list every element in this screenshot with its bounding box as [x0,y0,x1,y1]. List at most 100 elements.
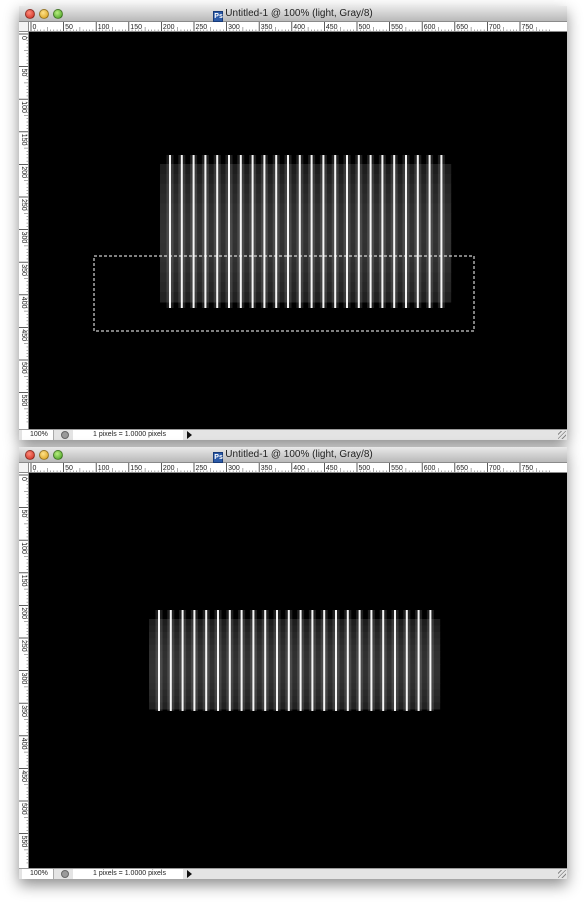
ruler-label: 300 [228,24,240,31]
ruler-label: 0 [33,465,37,472]
ruler-label: 400 [20,738,27,750]
stripe-line [192,155,195,308]
ruler-label: 150 [20,575,27,587]
ruler-label: 350 [261,465,273,472]
ruler-label: 550 [391,465,403,472]
stripe-line [228,610,231,711]
ruler-label: 550 [20,836,27,848]
stripe-line [251,155,254,308]
ruler-label: 450 [20,770,27,782]
ruler-label: 200 [20,166,27,178]
document-icon: Ps [213,452,224,463]
stripe-line [287,610,290,711]
ruler-label: 250 [196,465,208,472]
ruler-label: 350 [20,705,27,717]
window-title-text: Untitled-1 @ 100% (light, Gray/8) [225,8,373,19]
title-bar[interactable]: Ps Untitled-1 @ 100% (light, Gray/8) [19,447,567,463]
stripe-line [440,155,443,308]
document-window-1[interactable]: Ps Untitled-1 @ 100% (light, Gray/8) 0 50 1… [19,6,567,440]
stripe-line [382,610,385,711]
ruler-label: 100 [20,542,27,554]
ruler-label: 0 [20,477,27,481]
ruler-label: 100 [98,24,110,31]
ruler-label: 150 [130,24,142,31]
ruler-label: 50 [65,465,73,472]
stripe-line [416,155,419,308]
ruler-label: 550 [20,395,27,407]
stripe-line [429,610,432,711]
horizontal-ruler[interactable]: 0 50 100 150 200 250 300 350 400 450 500 550 600 650 7… [29,463,567,473]
stripe-line [158,610,160,711]
stripe-line [275,155,278,308]
vertical-ruler[interactable]: 0 50 100 150 200 250 300 350 400 450 500 550 [19,473,29,868]
canvas-artwork [149,610,441,711]
ruler-label: 200 [163,465,175,472]
document-window-2[interactable]: Ps Untitled-1 @ 100% (light, Gray/8) 0 50 1… [19,447,567,879]
ruler-label: 50 [20,69,27,77]
stripe-line [381,155,384,308]
stripe-line [299,610,302,711]
ruler-label: 300 [20,673,27,685]
ruler-label: 200 [163,24,175,31]
stripe-line [204,155,207,308]
stripe-line [394,610,396,711]
horizontal-ruler[interactable]: 0 50 100 150 200 250 300 350 400 450 500 550 600 650 7… [29,22,567,32]
stripe-line [169,155,171,308]
ruler-label: 250 [20,640,27,652]
ruler-label: 500 [359,24,371,31]
stripe-line [346,155,348,308]
status-menu-arrow-icon[interactable] [187,431,192,439]
ruler-label: 750 [522,24,534,31]
ruler-label: 100 [98,465,110,472]
stripe-line [334,155,337,308]
stripe-line [205,610,208,711]
status-info-icon[interactable] [61,431,69,439]
ruler-label: 550 [391,24,403,31]
ruler-label: 0 [20,36,27,40]
ruler-label: 400 [293,24,305,31]
ruler-label: 500 [20,803,27,815]
ruler-label: 400 [20,297,27,309]
stripe-line [428,155,431,308]
status-info-icon[interactable] [61,870,69,878]
stripe-line [216,155,219,308]
stripe-line [311,610,314,711]
ruler-label: 600 [424,465,436,472]
zoom-field[interactable]: 100% [22,869,54,879]
document-canvas[interactable] [29,473,567,868]
title-bar[interactable]: Ps Untitled-1 @ 100% (light, Gray/8) [19,6,567,22]
ruler-label: 350 [261,24,273,31]
vertical-ruler-ticks: 0 50 100 150 200 250 300 350 400 450 500 550 [19,474,28,864]
ruler-label: 300 [20,232,27,244]
stripe-line [181,610,184,711]
ruler-origin[interactable] [19,463,29,473]
stripe-line [358,610,361,711]
ruler-label: 450 [20,329,27,341]
status-text: 1 pixels = 1.0000 pixels [73,430,183,440]
stripe-line [393,155,396,308]
stripe-line [169,610,172,711]
ruler-label: 450 [326,24,338,31]
vertical-ruler[interactable]: 0 50 100 150 200 250 300 350 400 450 500 550 [19,32,29,429]
horizontal-ruler-ticks: 0 50 100 150 200 250 300 350 400 450 500 550 600 650 7… [30,22,550,31]
stripe-line [369,155,372,308]
document-canvas[interactable] [29,32,567,429]
status-bar: 100% 1 pixels = 1.0000 pixels [19,429,567,440]
document-icon: Ps [213,11,224,22]
stripe-line [263,155,266,308]
ruler-origin[interactable] [19,22,29,32]
resize-grip-icon[interactable] [558,870,566,878]
resize-grip-icon[interactable] [558,431,566,439]
ruler-label: 500 [359,465,371,472]
ruler-label: 400 [293,465,305,472]
stripe-line [240,610,243,711]
stripe-line [405,155,407,308]
stripe-line [322,155,325,308]
status-menu-arrow-icon[interactable] [187,870,192,878]
window-title: Ps Untitled-1 @ 100% (light, Gray/8) [19,7,567,22]
zoom-field[interactable]: 100% [22,430,54,440]
stripe-line [287,155,289,308]
status-text: 1 pixels = 1.0000 pixels [73,869,183,879]
ruler-label: 200 [20,607,27,619]
stripe-line [346,610,349,711]
